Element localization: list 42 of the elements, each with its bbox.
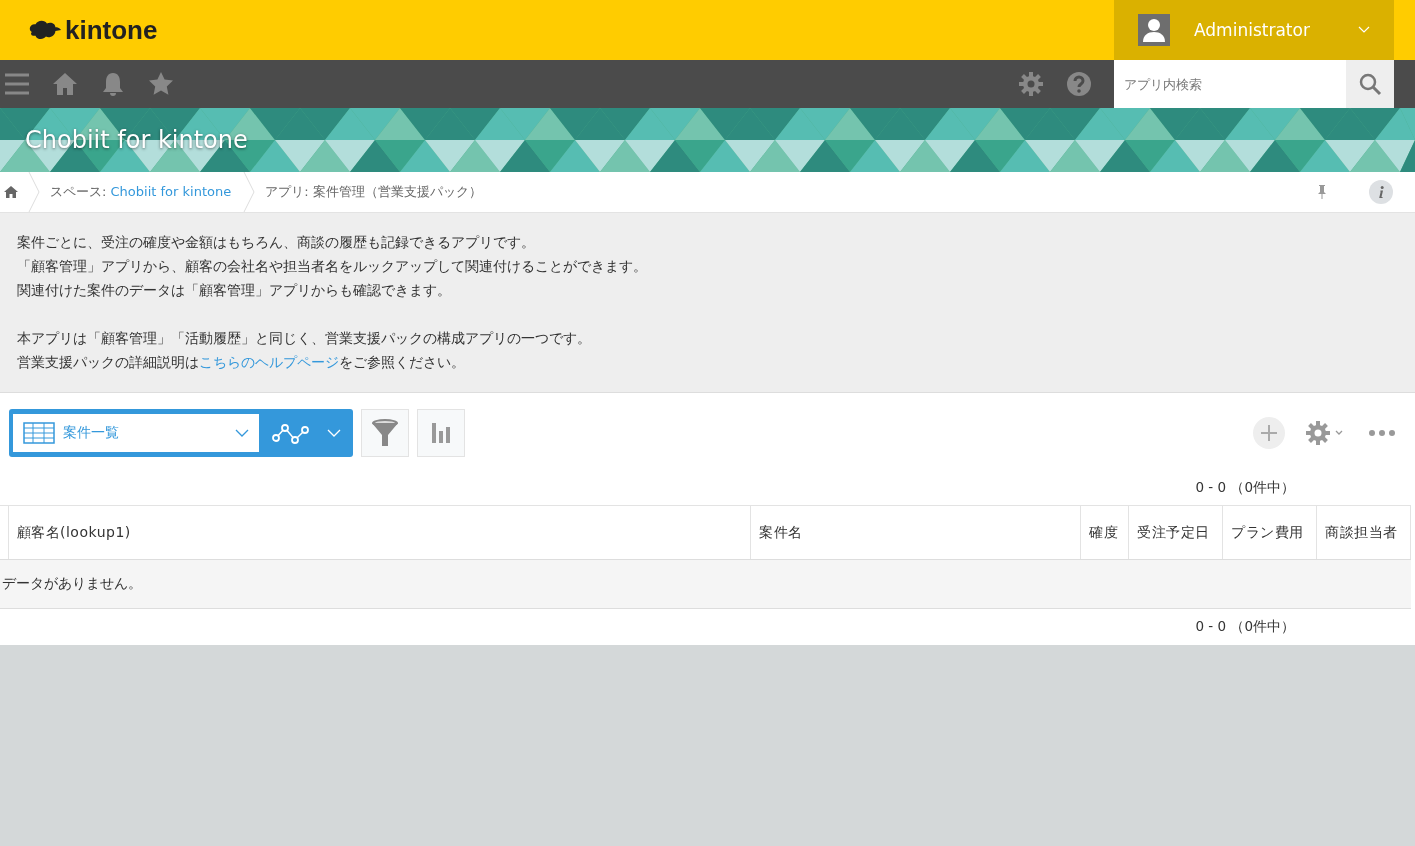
settings-button[interactable]	[1305, 420, 1345, 446]
description-text: 「顧客管理」アプリから、顧客の会社名や担当者名をルックアップして関連付けることができます。	[17, 257, 648, 276]
info-icon[interactable]	[1369, 180, 1393, 204]
description-text: 案件ごとに、受注の確度や金額はもちろん、商談の履歴も記録できるアプリです。	[17, 233, 536, 252]
bar-chart-icon	[431, 423, 451, 443]
column-header[interactable]: 商談担当者	[1316, 505, 1411, 560]
settings-icon[interactable]	[1018, 71, 1044, 97]
add-record-button[interactable]	[1253, 417, 1285, 449]
bell-icon[interactable]	[100, 71, 126, 97]
breadcrumb-item: アプリ: 案件管理（営業支援パック）	[265, 183, 482, 201]
pagination-info: 0 - 0 （0件中）	[1195, 618, 1295, 636]
description-text: 関連付けた案件のデータは「顧客管理」アプリからも確認できます。	[17, 281, 452, 300]
chevron-down-icon	[235, 429, 249, 437]
kintone-logo[interactable]: kintone	[28, 14, 1114, 46]
filter-button[interactable]	[361, 409, 409, 457]
plus-icon	[1261, 425, 1277, 441]
home-icon[interactable]	[4, 185, 18, 199]
search-icon	[1358, 72, 1382, 96]
column-header[interactable]: 案件名	[750, 505, 1081, 560]
description-text: 営業支援パックの詳細説明は こちらのヘルプページをご参照ください。	[17, 353, 466, 372]
chart-button[interactable]	[417, 409, 465, 457]
user-avatar-icon	[1138, 14, 1170, 46]
more-options-button[interactable]	[1369, 430, 1395, 436]
pagination-info: 0 - 0 （0件中）	[1195, 479, 1295, 497]
column-header[interactable]: 確度	[1080, 505, 1129, 560]
help-icon[interactable]	[1066, 71, 1092, 97]
chevron-down-icon	[1358, 26, 1370, 34]
filter-icon	[371, 418, 399, 448]
search-button[interactable]	[1346, 60, 1394, 108]
breadcrumb-item[interactable]: スペース: Chobiit for kintone	[50, 183, 232, 201]
empty-message: データがありません。	[2, 575, 142, 591]
column-header[interactable]: 顧客名(lookup1)	[8, 505, 751, 560]
search-field[interactable]: アプリ内検索	[1114, 60, 1346, 108]
menu-icon[interactable]	[4, 71, 30, 97]
table-icon	[23, 422, 55, 444]
chevron-down-icon	[326, 429, 341, 437]
description-text: 本アプリは「顧客管理」「活動履歴」と同じく、営業支援パックの構成アプリの一つです。	[17, 329, 592, 348]
column-header[interactable]: プラン費用	[1222, 505, 1317, 560]
star-icon[interactable]	[148, 71, 174, 97]
pin-icon[interactable]	[1317, 184, 1327, 200]
home-icon[interactable]	[52, 71, 78, 97]
column-header[interactable]: 受注予定日	[1128, 505, 1223, 560]
